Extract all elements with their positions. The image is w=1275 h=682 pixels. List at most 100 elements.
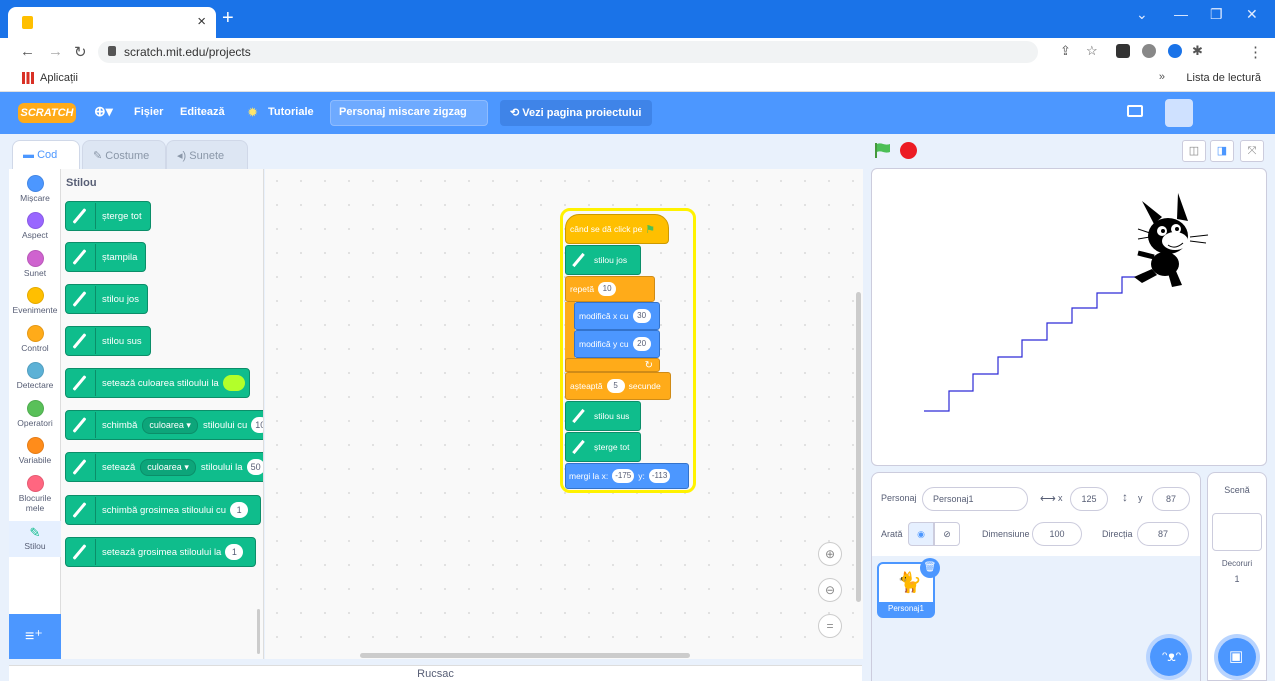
bookmarks-more[interactable]: » — [1159, 71, 1165, 83]
block-set-pen-param[interactable]: setează culoarea ▾ stiloului la 50 — [65, 452, 263, 482]
small-stage-button[interactable]: ◫ — [1182, 140, 1206, 162]
block-change-y[interactable]: modifică y cu 20 — [574, 330, 660, 358]
extension-icon-2[interactable] — [1142, 44, 1156, 58]
sprite-direction-input[interactable]: 87 — [1137, 522, 1189, 546]
block-pen-down[interactable]: stilou jos — [565, 245, 641, 275]
browser-menu-icon[interactable]: ⋮ — [1248, 43, 1263, 61]
tab-code[interactable]: ▬ Cod — [12, 140, 80, 170]
value-input[interactable]: 1 — [225, 544, 244, 560]
zoom-reset-button[interactable]: = — [818, 614, 842, 638]
scratch-logo[interactable]: SCRATCH — [18, 103, 76, 123]
tab-costumes[interactable]: ✎ Costume — [82, 140, 166, 170]
category-sensing[interactable]: Detectare — [9, 362, 61, 390]
tab-search-icon[interactable]: ⌄ — [1136, 6, 1148, 23]
language-globe-icon[interactable]: ⊕▾ — [94, 103, 113, 120]
value-input[interactable]: 1 — [230, 502, 249, 518]
workspace-vertical-scrollbar[interactable] — [856, 292, 861, 602]
apps-grid-icon[interactable] — [22, 72, 34, 84]
block-set-pen-size[interactable]: setează grosimea stiloului la 1 — [65, 537, 257, 567]
category-events[interactable]: Evenimente — [9, 287, 61, 315]
block-pen-up[interactable]: stilou sus — [565, 401, 641, 431]
go-to-y-input[interactable]: -113 — [648, 469, 671, 483]
fullscreen-button[interactable]: ⤧ — [1240, 140, 1264, 162]
new-tab-button[interactable]: + — [222, 7, 234, 30]
window-close-button[interactable]: ✕ — [1246, 6, 1258, 23]
block-pen-down[interactable]: stilou jos — [65, 284, 148, 314]
block-stamp[interactable]: ștampila — [65, 242, 147, 272]
block-pen-up[interactable]: stilou sus — [65, 326, 151, 356]
user-avatar[interactable] — [1165, 99, 1193, 127]
category-sound[interactable]: Sunet — [9, 250, 61, 278]
go-to-x-input[interactable]: -175 — [612, 469, 635, 483]
block-when-flag-clicked[interactable]: când se dă click pe ⚑ — [565, 214, 669, 244]
choose-sprite-button[interactable]: ᵔᴥᵔ — [1150, 638, 1188, 676]
share-icon[interactable]: ⇪ — [1060, 43, 1071, 59]
color-swatch[interactable] — [222, 375, 245, 391]
block-change-pen-param[interactable]: schimbă culoarea ▾ stiloului cu10 — [65, 410, 263, 440]
delete-sprite-trash-icon[interactable]: 🗑 — [920, 558, 940, 578]
back-icon[interactable]: ← — [20, 43, 35, 60]
stop-button[interactable] — [900, 142, 917, 159]
value-input[interactable]: 50 — [246, 459, 263, 475]
block-wait[interactable]: așteaptă 5 secunde — [565, 372, 671, 400]
reading-list[interactable]: Lista de lectură — [1186, 72, 1261, 84]
extension-icon-3[interactable] — [1168, 44, 1182, 58]
change-x-input[interactable]: 30 — [632, 309, 651, 323]
project-title-input[interactable]: Personaj miscare zigzag — [330, 100, 488, 126]
block-go-to-xy[interactable]: mergi la x: -175 y: -113 — [565, 463, 689, 489]
show-visible-eye-icon[interactable]: ◉ — [908, 522, 934, 546]
url-field[interactable]: scratch.mit.edu/projects — [98, 41, 1038, 63]
reload-icon[interactable]: ↻ — [74, 43, 87, 61]
sprite-size-input[interactable]: 100 — [1032, 522, 1082, 546]
apps-label[interactable]: Aplicații — [40, 72, 78, 84]
bookmark-star-icon[interactable]: ☆ — [1086, 43, 1098, 59]
backdrop-thumbnail[interactable] — [1212, 513, 1262, 551]
minimize-button[interactable]: — — [1174, 6, 1188, 22]
value-input[interactable]: 10 — [251, 417, 263, 433]
category-my-blocks[interactable]: Blocurile mele — [9, 475, 61, 513]
param-dropdown[interactable]: culoarea ▾ — [140, 458, 196, 476]
palette-scrollbar[interactable] — [257, 609, 260, 654]
sprite-x-input[interactable]: 125 — [1070, 487, 1108, 511]
choose-backdrop-button[interactable]: ▣ — [1218, 638, 1256, 676]
see-project-page-button[interactable]: ⟲ Vezi pagina proiectului — [500, 100, 652, 126]
change-y-input[interactable]: 20 — [632, 337, 651, 351]
extension-icon[interactable] — [1116, 44, 1130, 58]
tab-sounds[interactable]: ◂) Sunete — [166, 140, 248, 170]
file-menu[interactable]: Fișier — [134, 106, 163, 118]
extensions-puzzle-icon[interactable]: ✱ — [1192, 43, 1203, 59]
category-looks[interactable]: Aspect — [9, 212, 61, 240]
add-extension-button[interactable]: ≡⁺ — [9, 614, 61, 659]
block-change-pen-size[interactable]: schimbă grosimea stiloului cu 1 — [65, 495, 262, 525]
normal-stage-button[interactable]: ◨ — [1210, 140, 1234, 162]
block-repeat[interactable]: repetă 10 — [565, 276, 655, 302]
sprite-name-input[interactable]: Personaj1 — [922, 487, 1028, 511]
block-clear[interactable]: șterge tot — [565, 432, 641, 462]
repeat-count-input[interactable]: 10 — [598, 282, 617, 296]
block-set-pen-color[interactable]: setează culoarea stiloului la — [65, 368, 250, 398]
tutorials-menu[interactable]: Tutoriale — [268, 106, 314, 118]
block-clear[interactable]: șterge tot — [65, 201, 151, 231]
category-operators[interactable]: Operatori — [9, 400, 61, 428]
param-dropdown[interactable]: culoarea ▾ — [142, 416, 198, 434]
category-variables[interactable]: Variabile — [9, 437, 61, 465]
zoom-out-button[interactable]: ⊖ — [818, 578, 842, 602]
sprite-y-input[interactable]: 87 — [1152, 487, 1190, 511]
hide-eye-icon[interactable]: ⊘ — [934, 522, 960, 546]
wait-seconds-input[interactable]: 5 — [606, 379, 625, 393]
green-flag-icon[interactable] — [874, 142, 892, 158]
workspace-horizontal-scrollbar[interactable] — [360, 653, 690, 658]
zoom-in-button[interactable]: ⊕ — [818, 542, 842, 566]
block-change-x[interactable]: modifică x cu 30 — [574, 302, 660, 330]
backpack-bar[interactable]: Rucsac — [9, 665, 862, 681]
my-stuff-folder-icon[interactable] — [1127, 105, 1143, 117]
tab-close-button[interactable]: × — [197, 13, 206, 30]
category-pen[interactable]: ✎ Stilou — [9, 521, 61, 557]
stage-canvas[interactable] — [871, 168, 1267, 466]
browser-tab[interactable]: × — [8, 7, 216, 38]
edit-menu[interactable]: Editează — [180, 106, 225, 118]
category-motion[interactable]: Mișcare — [9, 175, 61, 203]
category-control[interactable]: Control — [9, 325, 61, 353]
restore-button[interactable]: ❐ — [1210, 6, 1223, 23]
forward-icon[interactable]: → — [48, 43, 63, 60]
